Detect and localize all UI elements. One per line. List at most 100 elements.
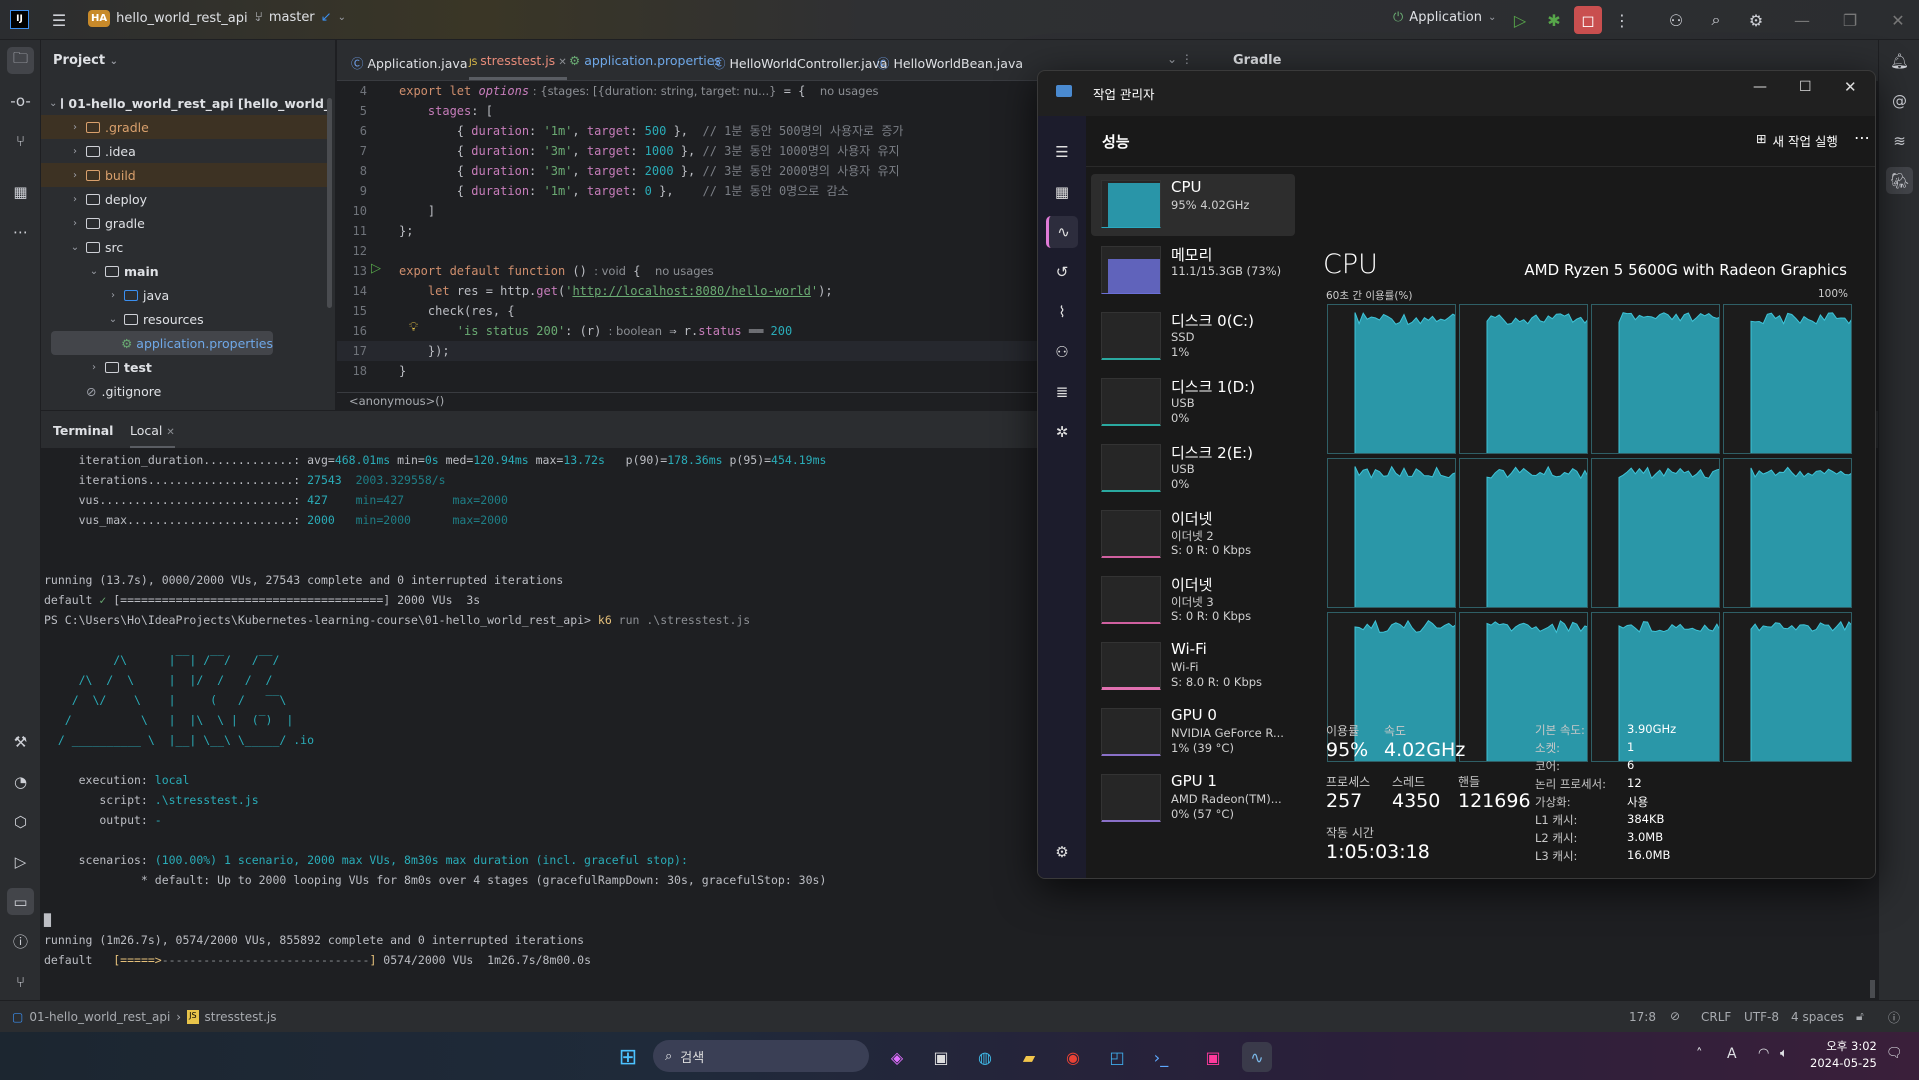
- git-icon[interactable]: ⑂: [7, 968, 34, 995]
- intellij-taskbar-icon[interactable]: ▣: [1198, 1042, 1228, 1072]
- ai-assistant-icon[interactable]: @: [1886, 87, 1913, 114]
- resource-item[interactable]: 디스크 0(C:) SSD 1%: [1091, 306, 1295, 368]
- tree-item[interactable]: › deploy: [41, 187, 331, 211]
- chevron-right-icon[interactable]: ›: [87, 362, 101, 373]
- tree-item[interactable]: ⌄ src: [41, 235, 331, 259]
- restore-icon[interactable]: ❐: [1836, 6, 1864, 34]
- edge-icon[interactable]: ◍: [970, 1042, 1000, 1072]
- line-ending[interactable]: CRLF: [1701, 1010, 1731, 1024]
- file-explorer-icon[interactable]: ▰: [1014, 1042, 1044, 1072]
- processes-icon[interactable]: ▦: [1046, 176, 1078, 208]
- tree-item[interactable]: › java: [41, 283, 331, 307]
- resource-item[interactable]: GPU 0 NVIDIA GeForce R... 1% (39 °C): [1091, 702, 1295, 764]
- run-icon[interactable]: ▷: [1506, 6, 1534, 34]
- search-icon[interactable]: ⌕: [1702, 6, 1730, 34]
- gear-icon[interactable]: ⚙: [1742, 6, 1770, 34]
- powershell-icon[interactable]: ›_: [1146, 1042, 1176, 1072]
- run-new-task-button[interactable]: ⊞ 새 작업 실행: [1756, 131, 1838, 150]
- tm-maximize-icon[interactable]: ☐: [1799, 79, 1812, 95]
- chevron-down-icon[interactable]: ⌄: [68, 242, 82, 253]
- resource-item[interactable]: 메모리 11.1/15.3GB (73%): [1091, 240, 1295, 302]
- close-icon[interactable]: ✕: [1884, 6, 1912, 34]
- inspections-icon[interactable]: ⓘ: [1888, 1009, 1900, 1026]
- resource-item[interactable]: 이더넷 이더넷 3 S: 0 R: 0 Kbps: [1091, 570, 1295, 632]
- cursor-position[interactable]: 17:8: [1629, 1010, 1656, 1024]
- file-encoding[interactable]: UTF-8: [1744, 1010, 1779, 1024]
- lock-icon[interactable]: 🔓︎: [1856, 1009, 1864, 1024]
- chevron-down-icon[interactable]: ⌄: [106, 314, 120, 325]
- build-hammer-icon[interactable]: ⚒: [7, 728, 34, 755]
- structure-icon[interactable]: ▦: [7, 178, 34, 205]
- tm-minimize-icon[interactable]: —: [1753, 79, 1767, 95]
- endpoints-icon[interactable]: ⬡: [7, 808, 34, 835]
- terminal-tab-local[interactable]: Local ✕: [130, 423, 175, 448]
- resource-item[interactable]: Wi-Fi Wi-Fi S: 8.0 R: 0 Kbps: [1091, 636, 1295, 698]
- more-icon[interactable]: ⋮: [1608, 6, 1636, 34]
- status-breadcrumb[interactable]: ▢ 01-hello_world_rest_api › JS stresstest.js: [12, 1010, 277, 1024]
- tree-item[interactable]: ⌄ 01-hello_world_rest_api [hello_world_re…: [41, 91, 331, 115]
- notifications-bell-icon[interactable]: 🔔︎: [1886, 47, 1913, 74]
- services-icon[interactable]: ◔: [7, 768, 34, 795]
- close-tab-icon[interactable]: ✕: [555, 57, 566, 68]
- copilot-icon[interactable]: ◈: [882, 1042, 912, 1072]
- editor-tab[interactable]: Ⓒ HelloWorldBean.java: [877, 53, 1023, 72]
- close-tab-icon[interactable]: ✕: [166, 427, 174, 438]
- chevron-right-icon[interactable]: ›: [106, 290, 120, 301]
- vpn-icon[interactable]: ◰: [1102, 1042, 1132, 1072]
- task-view-icon[interactable]: ▣: [926, 1042, 956, 1072]
- hamburger-icon[interactable]: ☰: [1046, 136, 1078, 168]
- users-icon[interactable]: ⚇: [1046, 336, 1078, 368]
- wifi-icon[interactable]: ◠: [1758, 1046, 1769, 1061]
- tree-item[interactable]: ⚙ application.properties: [51, 331, 273, 355]
- notification-center-icon[interactable]: 🗨︎: [1886, 1046, 1903, 1061]
- tray-expand-icon[interactable]: ˄: [1696, 1047, 1703, 1062]
- tree-item[interactable]: ⌄ resources: [41, 307, 331, 331]
- chevron-right-icon[interactable]: ›: [68, 218, 82, 229]
- tree-item[interactable]: ⊘ .gitignore: [41, 379, 331, 403]
- task-manager-taskbar-icon[interactable]: ∿: [1242, 1042, 1272, 1072]
- more-options-icon[interactable]: ⋯: [1854, 128, 1870, 147]
- indent-setting[interactable]: 4 spaces: [1791, 1010, 1844, 1024]
- resource-item[interactable]: CPU 95% 4.02GHz: [1091, 174, 1295, 236]
- editor-tab[interactable]: JS stresstest.js ✕: [469, 53, 567, 80]
- startup-apps-icon[interactable]: ⌇: [1046, 296, 1078, 328]
- editor-tab[interactable]: ⚙ application.properties: [569, 53, 721, 68]
- pull-requests-icon[interactable]: ⑂: [7, 127, 34, 154]
- windows-start-icon[interactable]: ⊞: [613, 1042, 643, 1072]
- resource-item[interactable]: GPU 1 AMD Radeon(TM)... 0% (57 °C): [1091, 768, 1295, 830]
- editor-tab[interactable]: Ⓒ HelloWorldController.java: [713, 53, 888, 72]
- chevron-down-icon[interactable]: ⌄: [87, 266, 101, 277]
- resource-item[interactable]: 이더넷 이더넷 2 S: 0 R: 0 Kbps: [1091, 504, 1295, 566]
- taskbar-search[interactable]: ⌕ 검색: [653, 1040, 869, 1072]
- editor-breadcrumb[interactable]: <anonymous>(): [337, 392, 1037, 410]
- chevron-right-icon[interactable]: ›: [68, 170, 82, 181]
- clock[interactable]: 오후 3:02 2024-05-25: [1810, 1038, 1877, 1072]
- volume-icon[interactable]: 🔈︎: [1780, 1046, 1788, 1061]
- tree-item[interactable]: ⌄ main: [41, 259, 331, 283]
- editor-tab[interactable]: Ⓒ Application.java: [351, 53, 468, 72]
- project-selector[interactable]: HA hello_world_rest_api ⌄: [88, 10, 262, 27]
- more-tools-icon[interactable]: ⋯: [7, 218, 34, 245]
- tree-item[interactable]: › .idea: [41, 139, 331, 163]
- chevron-down-icon[interactable]: ⌄: [49, 98, 57, 109]
- commit-icon[interactable]: -o-: [7, 87, 34, 114]
- tree-item[interactable]: › test: [41, 355, 331, 379]
- tabs-dropdown-icon[interactable]: ⌄ ⋮: [1167, 52, 1193, 66]
- minimize-icon[interactable]: —: [1788, 6, 1816, 34]
- chevron-right-icon[interactable]: ›: [68, 194, 82, 205]
- debug-icon[interactable]: ✱: [1540, 6, 1568, 34]
- ime-indicator[interactable]: A: [1727, 1046, 1737, 1062]
- branch-selector[interactable]: ⑂ master ↙ ⌄: [255, 10, 346, 25]
- terminal-icon[interactable]: ▭: [7, 888, 34, 915]
- add-user-icon[interactable]: ⚇: [1662, 6, 1690, 34]
- project-folder-icon[interactable]: 🗀: [7, 47, 34, 74]
- details-icon[interactable]: ≣: [1046, 376, 1078, 408]
- tree-item[interactable]: › gradle: [41, 211, 331, 235]
- tree-item[interactable]: › build: [41, 163, 331, 187]
- lightbulb-icon[interactable]: 💡︎: [409, 320, 418, 335]
- run-tool-icon[interactable]: ▷: [7, 848, 34, 875]
- project-scrollbar[interactable]: [327, 98, 332, 308]
- chrome-icon[interactable]: ◉: [1058, 1042, 1088, 1072]
- main-menu-icon[interactable]: ☰: [45, 6, 73, 34]
- resource-item[interactable]: 디스크 1(D:) USB 0%: [1091, 372, 1295, 434]
